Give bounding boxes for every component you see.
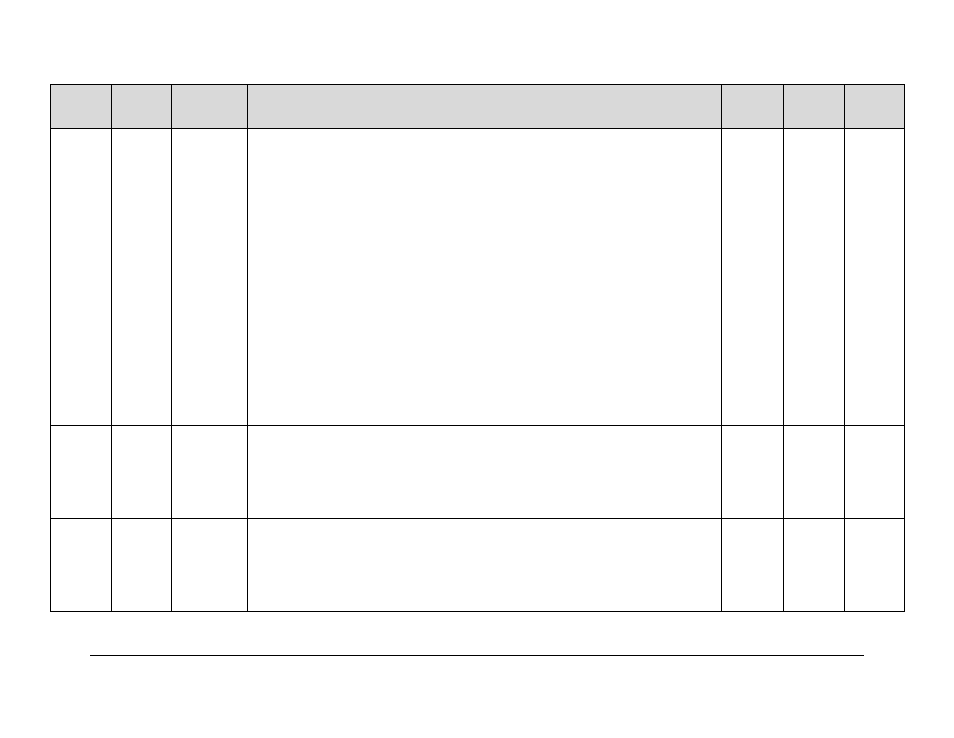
table-header-cell [784,85,845,129]
table-cell [112,426,172,519]
table-cell [248,129,722,426]
table-header-cell [112,85,172,129]
table [50,84,905,612]
table-cell [51,426,112,519]
table-row [51,129,905,426]
table-header-cell [172,85,248,129]
table-cell [784,519,845,612]
page [0,0,954,738]
table-cell [784,426,845,519]
table-header-cell [722,85,784,129]
table-cell [722,426,784,519]
table-cell [172,129,248,426]
table-cell [51,519,112,612]
table-cell [845,129,905,426]
table-header-cell [845,85,905,129]
table-cell [172,426,248,519]
table-cell [112,519,172,612]
table-cell [112,129,172,426]
footnote-rule [90,655,864,656]
table-header-row [51,85,905,129]
table-row [51,426,905,519]
table-cell [845,426,905,519]
table-cell [248,426,722,519]
table-cell [784,129,845,426]
table-cell [172,519,248,612]
table-row [51,519,905,612]
table-cell [51,129,112,426]
table-header-cell [248,85,722,129]
table-cell [845,519,905,612]
table-cell [722,129,784,426]
table-header-cell [51,85,112,129]
table-cell [722,519,784,612]
table-cell [248,519,722,612]
